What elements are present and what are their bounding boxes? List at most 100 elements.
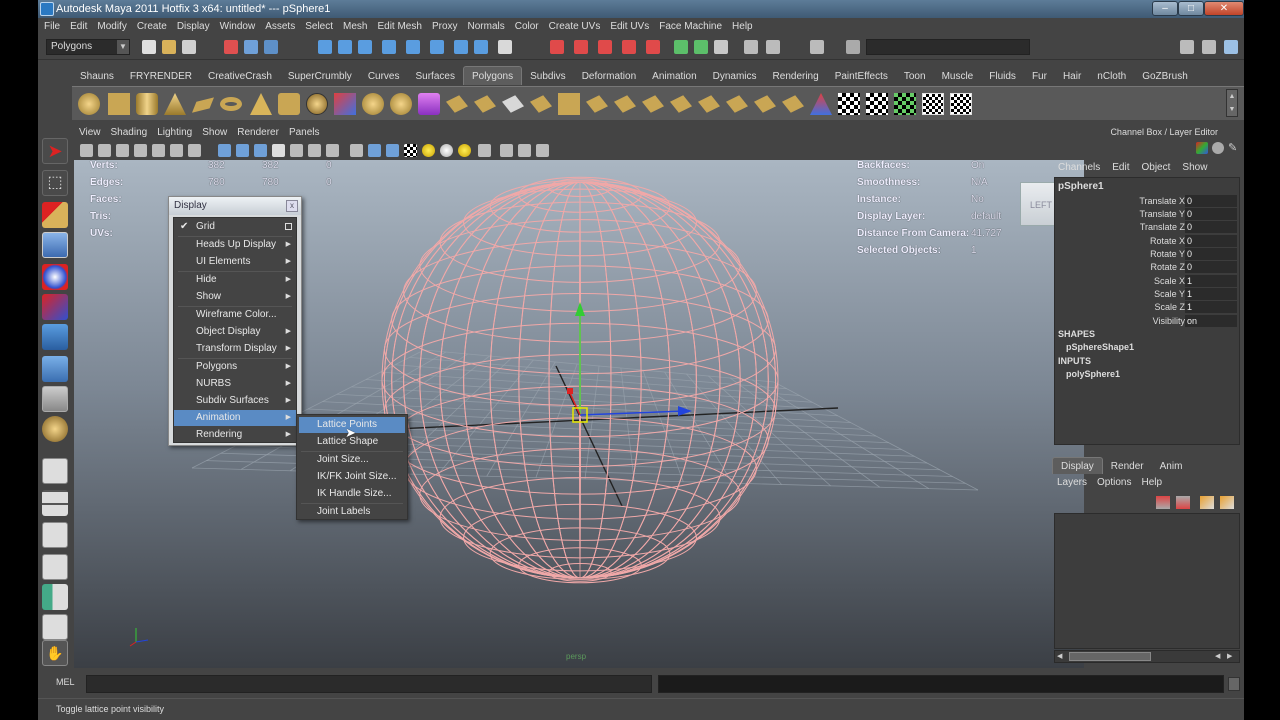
history-icon[interactable] [430,40,444,54]
submenu-item-joint-labels[interactable]: Joint Labels [299,504,405,520]
insert-edge-loop-icon[interactable] [558,93,580,115]
render-current-icon[interactable] [574,40,588,54]
layer-horizontal-scrollbar[interactable]: ◀ ◀ ▶ [1054,650,1240,663]
show-manipulator-icon[interactable] [42,386,68,412]
poly-pyramid-icon[interactable] [250,93,272,115]
attr-translate-x[interactable]: Translate X0 [1055,195,1239,208]
menu-item-ui-elements[interactable]: UI Elements ▶ [174,254,296,270]
default-light-icon[interactable] [308,144,321,157]
menu-edit-uvs[interactable]: Edit UVs [605,18,654,36]
attr-value[interactable]: on [1185,315,1237,327]
attr-scale-z[interactable]: Scale Z1 [1055,301,1239,314]
layout-single-perspective-icon[interactable] [42,458,68,484]
frame-icon[interactable] [518,144,531,157]
script-editor-icon[interactable] [1228,677,1240,691]
smooth-shading-icon[interactable] [236,144,249,157]
close-icon[interactable]: x [286,200,298,212]
textured-icon[interactable] [290,144,303,157]
grid-toggle-icon[interactable] [152,144,165,157]
film-gate-icon[interactable] [170,144,183,157]
menu-assets[interactable]: Assets [260,18,300,36]
cb-menu-show[interactable]: Show [1176,160,1213,176]
menu-file[interactable]: File [38,18,65,36]
menu-item-heads-up-display[interactable]: Heads Up Display ▶ [174,237,296,253]
xray-icon[interactable] [272,144,285,157]
menu-set-select[interactable]: Polygons ▼ [46,39,130,55]
shelf-scroll[interactable]: ▲ ▼ [1226,89,1238,117]
layer-menu-layers[interactable]: Layers [1052,475,1092,491]
layer-menu-help[interactable]: Help [1136,475,1167,491]
attr-value[interactable]: 1 [1185,301,1237,313]
maximize-button[interactable]: □ [1178,1,1204,16]
attr-value[interactable]: 0 [1185,195,1237,207]
select-tool-icon[interactable]: ➤ [42,138,68,164]
cb-menu-object[interactable]: Object [1136,160,1177,176]
menu-edit[interactable]: Edit [65,18,92,36]
new-scene-icon[interactable] [142,40,156,54]
mel-input[interactable] [86,675,652,693]
poly-plane-icon[interactable] [192,97,214,113]
menu-display[interactable]: Display [172,18,215,36]
snap-surface-icon[interactable] [406,40,420,54]
menu-item-rendering[interactable]: Rendering ▶ [174,427,296,443]
separate-icon[interactable] [362,93,384,115]
select-component-icon[interactable] [264,40,278,54]
attr-scale-x[interactable]: Scale X1 [1055,275,1239,288]
open-scene-icon[interactable] [162,40,176,54]
new-layer-icon[interactable] [1200,496,1214,509]
menu-create-uvs[interactable]: Create UVs [544,18,606,36]
snap-grid-icon[interactable] [318,40,332,54]
menu-item-object-display[interactable]: Object Display ▶ [174,324,296,340]
scale-tool-icon[interactable] [42,294,68,320]
light-yellow-icon[interactable] [422,144,435,157]
attr-value[interactable]: 0 [1185,208,1237,220]
merge-vertex-icon[interactable] [614,95,636,113]
shelf-tab-curves[interactable]: Curves [360,67,408,86]
menu-item-nurbs[interactable]: NURBS ▶ [174,376,296,392]
menu-proxy[interactable]: Proxy [427,18,463,36]
menu-window[interactable]: Window [215,18,261,36]
scroll-left-icon[interactable]: ◀ [1215,652,1220,660]
menu-item-transform-display[interactable]: Transform Display ▶ [174,341,296,357]
output-ops-icon[interactable] [474,40,488,54]
menu-item-hide[interactable]: Hide ▶ [174,272,296,288]
render-view-icon[interactable] [550,40,564,54]
uv-layout-icon[interactable] [866,93,888,115]
panel-menu-view[interactable]: View [74,125,106,141]
menu-select[interactable]: Select [300,18,338,36]
input-node[interactable]: polySphere1 [1066,369,1120,379]
channel-box-object-name[interactable]: pSphere1 [1058,181,1104,192]
layout-persp-outliner-icon[interactable] [42,522,68,548]
construction-history-icon[interactable] [498,40,512,54]
menu-item-show[interactable]: Show ▶ [174,289,296,305]
soft-modification-icon[interactable] [42,356,68,382]
cb-menu-edit[interactable]: Edit [1106,160,1135,176]
menu-normals[interactable]: Normals [463,18,510,36]
display-text-icon[interactable] [326,144,339,157]
blue-cube-2-icon[interactable] [386,144,399,157]
shelf-tab-polygons[interactable]: Polygons [462,66,523,85]
menu-item-polygons[interactable]: Polygons ▶ [174,359,296,375]
xray-joints-icon[interactable] [536,144,549,157]
cb-menu-channels[interactable]: Channels [1052,160,1106,176]
offset-edge-loop-icon[interactable] [586,95,608,113]
last-tool-used-icon[interactable] [42,416,68,442]
attr-value[interactable]: 0 [1185,235,1237,247]
layer-tab-display[interactable]: Display [1052,457,1103,474]
shelf-tab-dynamics[interactable]: Dynamics [705,67,765,86]
paint-select-tool-icon[interactable] [42,202,68,228]
poly-sphere-icon[interactable] [78,93,100,115]
panel-menu-show[interactable]: Show [197,125,232,141]
shelf-tab-supercrumbly[interactable]: SuperCrumbly [280,67,360,86]
panels-icon[interactable] [766,40,780,54]
collapse-icon[interactable] [642,95,664,113]
render-settings-icon[interactable] [622,40,636,54]
combine-icon[interactable] [334,93,356,115]
channel-box-icon[interactable] [1224,40,1238,54]
attr-rotate-z[interactable]: Rotate Z0 [1055,261,1239,274]
menu-item-grid[interactable]: ✔ Grid [174,219,296,235]
shelf-tab-muscle[interactable]: Muscle [934,67,982,86]
uv-editor-icon[interactable] [922,93,944,115]
attr-value[interactable]: 0 [1185,248,1237,260]
shelf-tab-shauns[interactable]: Shauns [72,67,122,86]
